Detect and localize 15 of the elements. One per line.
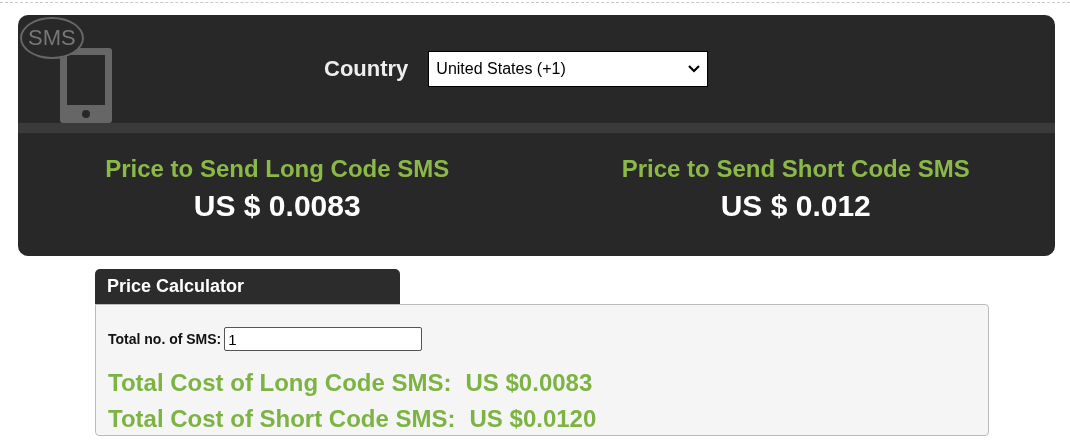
result-label: Total Cost of Long Code SMS: <box>108 368 452 398</box>
result-value: US $0.0120 <box>469 404 597 434</box>
result-label: Total Cost of Short Code SMS: <box>108 404 456 434</box>
chevron-icon <box>687 64 702 74</box>
price-value: US $ 0.012 <box>720 189 871 223</box>
country-label: Country <box>324 56 409 82</box>
country-select[interactable]: United States (+1) <box>428 51 709 87</box>
result-value: US $0.0083 <box>465 368 593 398</box>
logo-text: SMS <box>20 17 84 59</box>
phone-icon <box>60 48 112 123</box>
price-title: Price to Send Long Code SMS <box>105 155 450 183</box>
price-value: US $ 0.0083 <box>193 189 361 223</box>
field-label: Total no. of SMS: <box>108 331 222 347</box>
price-title: Price to Send Short Code SMS <box>621 155 970 183</box>
sms-count-field[interactable]: 1 <box>224 327 423 351</box>
